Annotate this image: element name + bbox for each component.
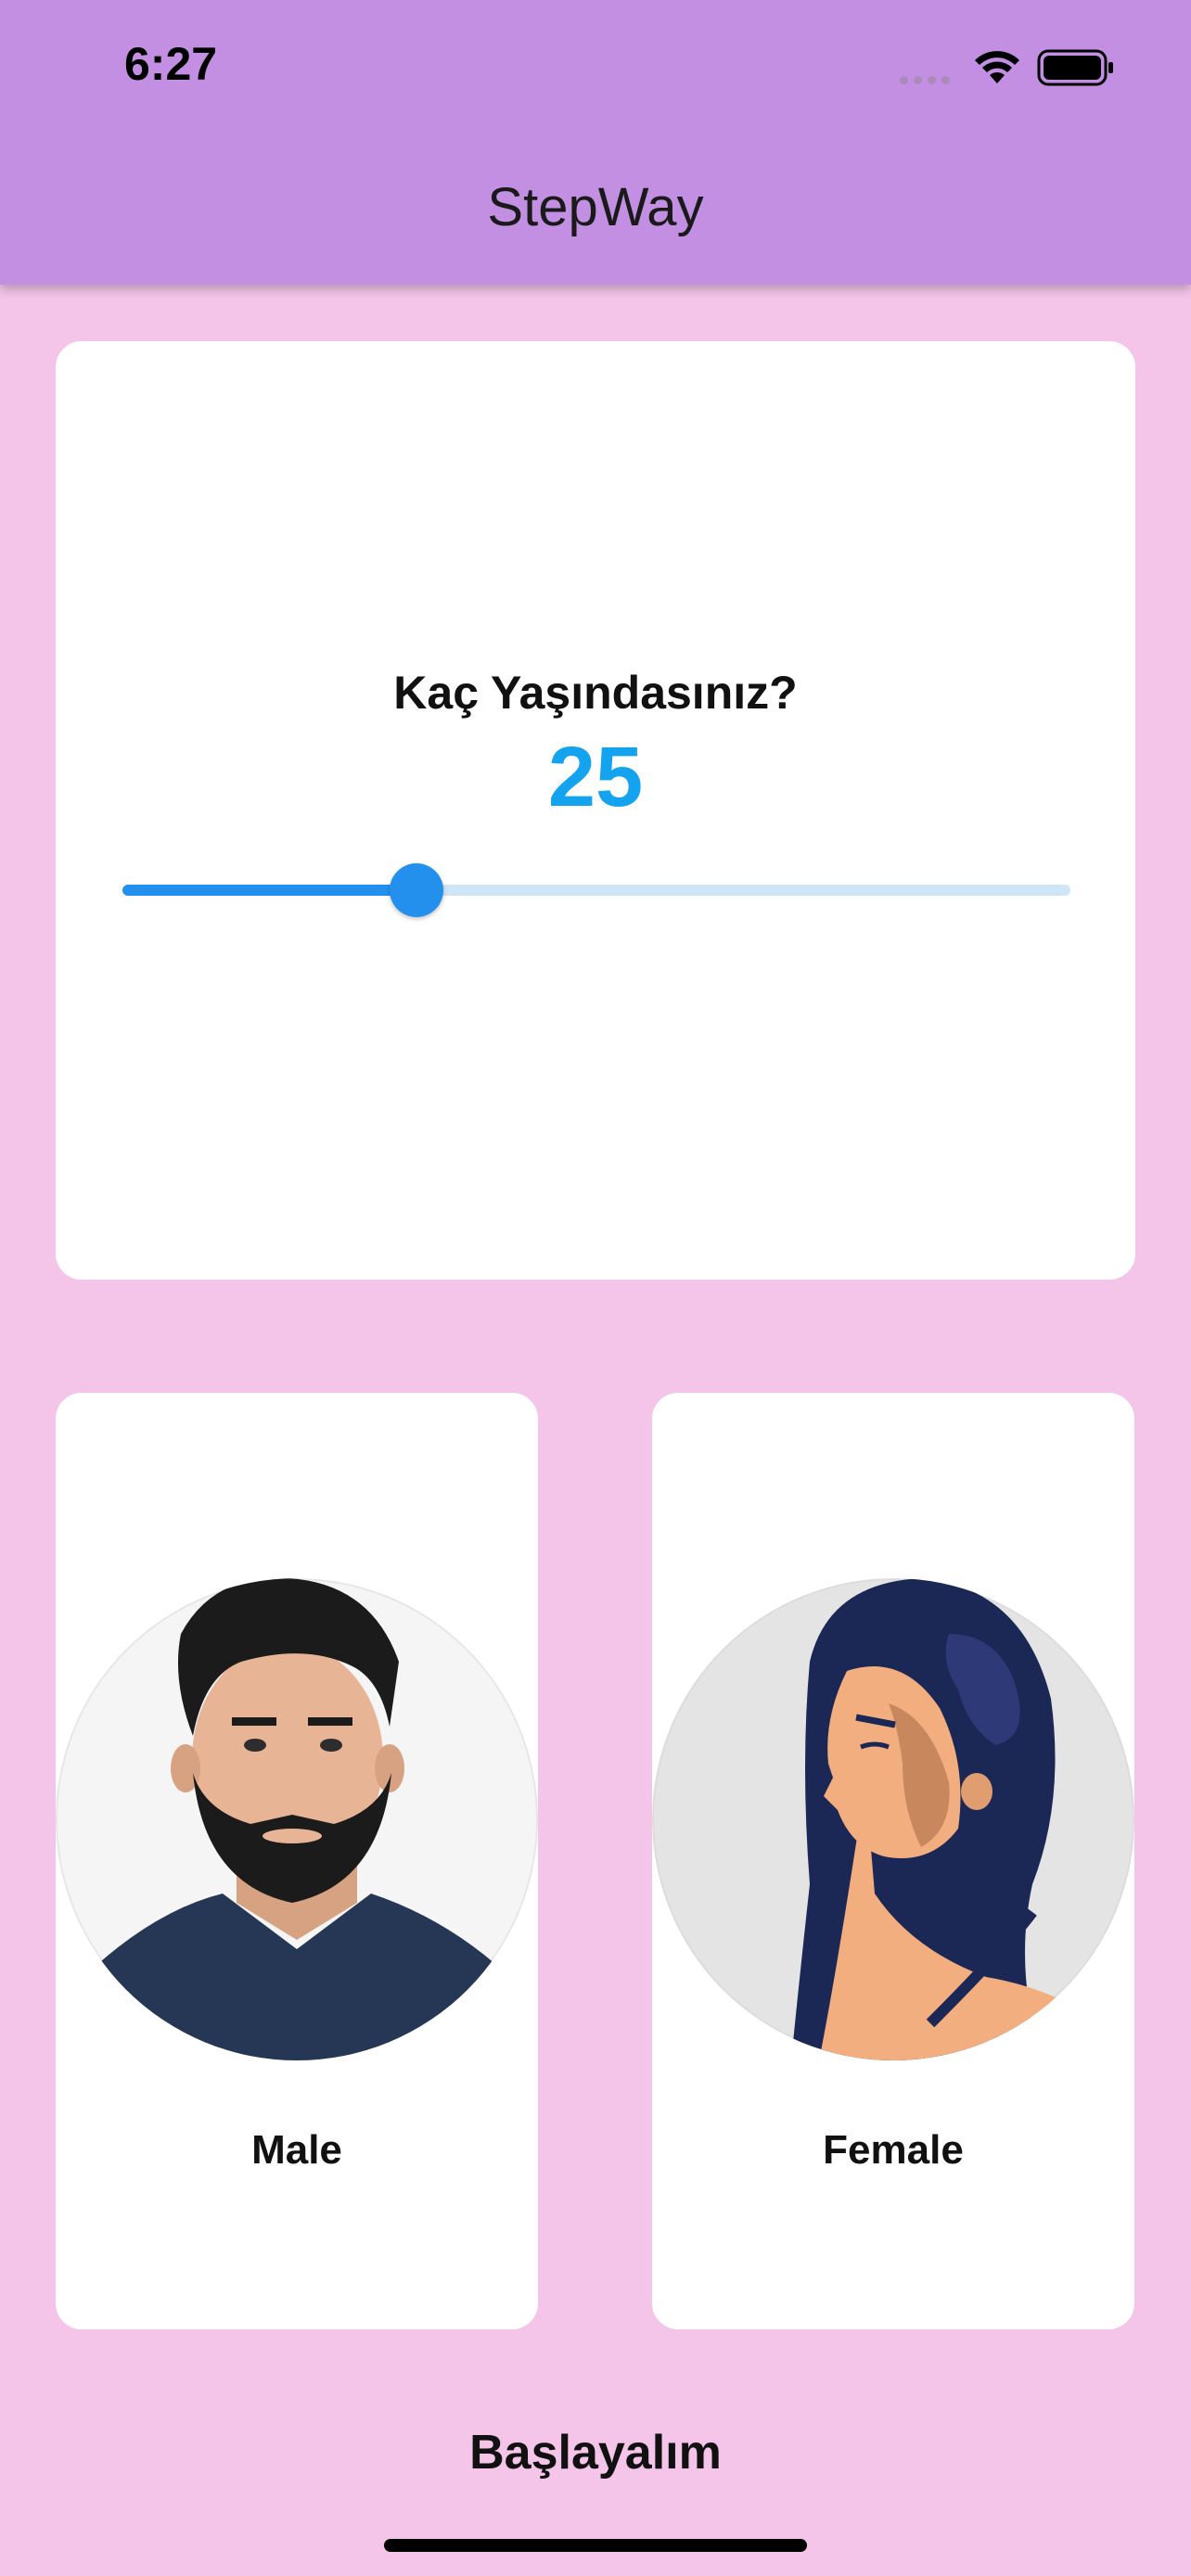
male-option-card[interactable]: Male xyxy=(56,1393,538,2329)
age-slider-thumb[interactable] xyxy=(389,863,443,917)
age-question: Kaç Yaşındasınız? xyxy=(393,667,798,719)
female-avatar-icon xyxy=(652,1578,1134,2060)
app-title: StepWay xyxy=(487,177,704,237)
app-bar: 6:27 StepWay xyxy=(0,0,1191,285)
home-indicator xyxy=(384,2539,807,2552)
age-slider-fill xyxy=(122,885,416,896)
status-time: 6:27 xyxy=(124,38,218,90)
age-slider[interactable] xyxy=(122,863,1070,917)
cellular-signal-icon xyxy=(900,72,955,89)
male-avatar-icon xyxy=(56,1578,538,2060)
battery-icon xyxy=(1037,49,1113,86)
age-value: 25 xyxy=(547,730,644,824)
female-option-card[interactable]: Female xyxy=(652,1393,1134,2329)
male-label: Male xyxy=(251,2127,342,2173)
age-card: Kaç Yaşındasınız? 25 xyxy=(56,341,1135,1280)
start-button[interactable]: Başlayalım xyxy=(317,2402,874,2504)
wifi-icon xyxy=(975,51,1019,83)
female-label: Female xyxy=(823,2127,964,2173)
